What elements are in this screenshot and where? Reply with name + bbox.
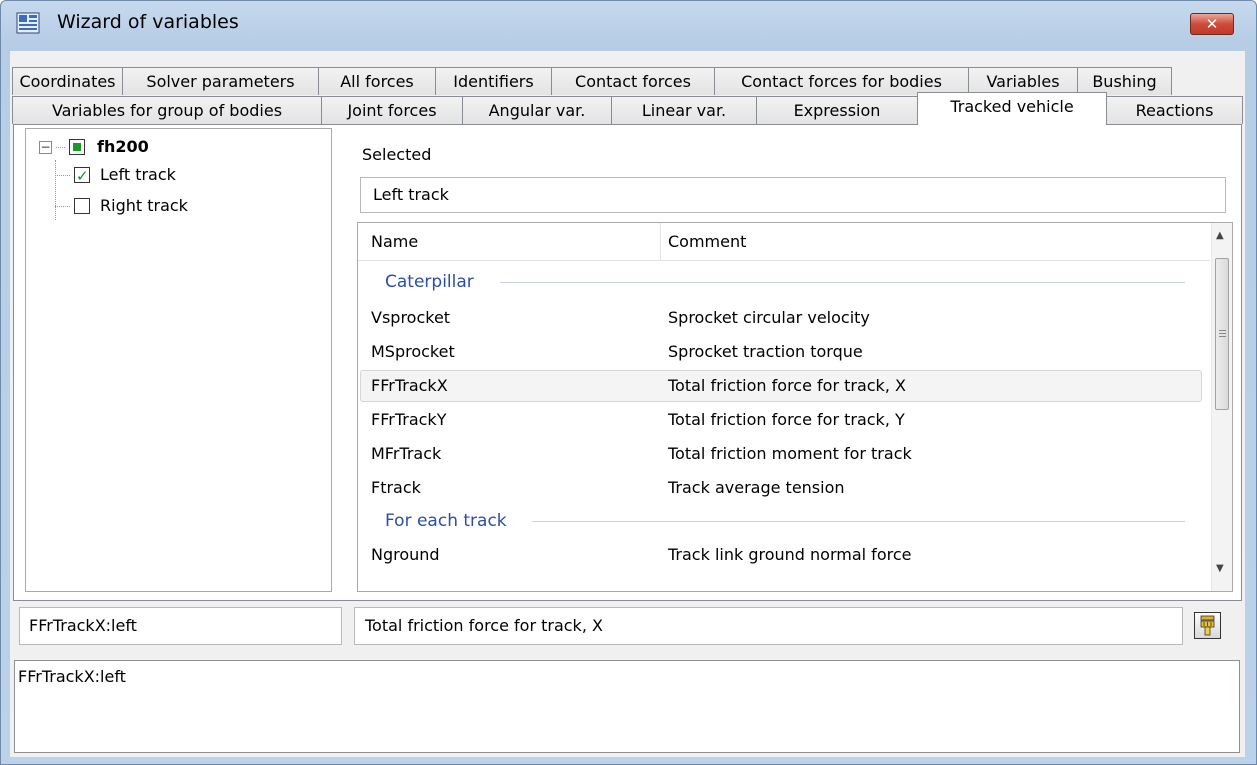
grip-line — [1219, 333, 1226, 334]
close-icon: ✕ — [1205, 15, 1219, 33]
tracked-vehicle-panel: − fh200 ✓ Left track Right track Selecte… — [13, 124, 1242, 601]
row-name: MSprocket — [371, 342, 455, 361]
right-track-checkbox[interactable] — [74, 198, 90, 214]
row-comment: Sprocket traction torque — [668, 342, 863, 361]
list-row[interactable]: Vsprocket Sprocket circular velocity — [360, 302, 1202, 334]
selected-label: Selected — [362, 145, 432, 164]
wizard-window: Wizard of variables ✕ Coordinates Solver… — [0, 0, 1257, 765]
column-divider[interactable] — [660, 223, 661, 260]
row-comment: Total friction force for track, Y — [668, 410, 905, 429]
list-row[interactable]: Nground Track link ground normal force — [360, 539, 1202, 571]
tab-expression[interactable]: Expression — [756, 96, 918, 124]
tristate-checkbox[interactable] — [69, 139, 85, 155]
tab-contact-forces[interactable]: Contact forces — [551, 67, 715, 95]
tab-reactions[interactable]: Reactions — [1106, 96, 1243, 124]
tab-identifiers[interactable]: Identifiers — [435, 67, 552, 95]
group-divider — [500, 282, 1185, 283]
tree-connector — [55, 160, 56, 220]
tab-solver-parameters[interactable]: Solver parameters — [122, 67, 319, 95]
row-comment: Sprocket circular velocity — [668, 308, 870, 327]
tab-angular-var[interactable]: Angular var. — [462, 96, 612, 124]
tab-coordinates[interactable]: Coordinates — [12, 67, 123, 95]
list-row[interactable]: FFrTrackY Total friction force for track… — [360, 404, 1202, 436]
insert-variable-button[interactable] — [1194, 612, 1221, 639]
column-header-comment[interactable]: Comment — [668, 232, 746, 251]
group-header-for-each-track: For each track — [360, 505, 1202, 537]
row-comment: Track link ground normal force — [668, 545, 912, 564]
group-divider — [532, 521, 1185, 522]
grip-line — [1219, 330, 1226, 331]
tab-tracked-vehicle[interactable]: Tracked vehicle — [917, 92, 1107, 125]
partial-check-icon — [73, 143, 81, 151]
row-name: Nground — [371, 545, 440, 564]
title-bar[interactable]: Wizard of variables ✕ — [1, 1, 1256, 45]
tree-node-root[interactable]: fh200 — [69, 135, 269, 159]
close-button[interactable]: ✕ — [1190, 13, 1234, 35]
tab-contact-forces-for-bodies[interactable]: Contact forces for bodies — [714, 67, 969, 95]
tree-node-label: Right track — [100, 196, 188, 215]
tree-node-left-track[interactable]: ✓ Left track — [74, 163, 274, 187]
tree-connector — [55, 175, 70, 176]
tree-node-label: Left track — [100, 165, 176, 184]
tree-connector — [55, 206, 70, 207]
tab-all-forces[interactable]: All forces — [318, 67, 436, 95]
tab-variables[interactable]: Variables — [968, 67, 1078, 95]
scroll-thumb[interactable] — [1215, 258, 1229, 410]
column-header-name[interactable]: Name — [371, 232, 418, 251]
row-name: Ftrack — [371, 478, 421, 497]
collapse-icon[interactable]: − — [39, 141, 52, 154]
scroll-up-icon[interactable]: ▲ — [1216, 230, 1224, 241]
group-header-caterpillar: Caterpillar — [360, 266, 1202, 298]
group-label: Caterpillar — [385, 272, 474, 292]
row-name: FFrTrackY — [371, 410, 447, 429]
list-row[interactable]: MSprocket Sprocket traction torque — [360, 336, 1202, 368]
variable-comment-field[interactable]: Total friction force for track, X — [354, 607, 1183, 645]
variables-list[interactable]: Name Comment Caterpillar Vsprocket Sproc… — [357, 222, 1233, 592]
row-comment: Total friction moment for track — [668, 444, 912, 463]
tab-bushing[interactable]: Bushing — [1077, 67, 1172, 95]
row-name: MFrTrack — [371, 444, 442, 463]
left-track-checkbox[interactable]: ✓ — [74, 167, 90, 185]
tree-node-right-track[interactable]: Right track — [74, 194, 274, 218]
row-comment: Track average tension — [668, 478, 845, 497]
tab-linear-var[interactable]: Linear var. — [611, 96, 757, 124]
tab-joint-forces[interactable]: Joint forces — [321, 96, 463, 124]
row-name: Vsprocket — [371, 308, 451, 327]
app-icon — [16, 12, 40, 34]
list-row-selected[interactable]: FFrTrackX Total friction force for track… — [360, 370, 1202, 402]
row-comment: Total friction force for track, X — [668, 376, 906, 395]
scroll-down-icon[interactable]: ▼ — [1216, 563, 1224, 574]
list-row[interactable]: MFrTrack Total friction moment for track — [360, 438, 1202, 470]
window-title: Wizard of variables — [57, 11, 239, 33]
tab-variables-for-group-of-bodies[interactable]: Variables for group of bodies — [12, 96, 322, 124]
grip-line — [1219, 336, 1226, 337]
row-name: FFrTrackX — [371, 376, 448, 395]
hand-pointer-icon — [1200, 615, 1215, 636]
dialog-client: Coordinates Solver parameters All forces… — [10, 51, 1245, 757]
checkmark-icon: ✓ — [76, 167, 89, 185]
tree-node-label: fh200 — [97, 137, 149, 156]
list-row[interactable]: Ftrack Track average tension — [360, 472, 1202, 504]
selected-field[interactable]: Left track — [360, 177, 1226, 213]
list-scrollbar[interactable]: ▲ ▼ — [1211, 223, 1232, 591]
group-label: For each track — [385, 511, 507, 531]
list-header: Name Comment — [358, 223, 1210, 261]
tree-connector — [56, 147, 65, 148]
body-tree[interactable]: − fh200 ✓ Left track Right track — [25, 128, 332, 592]
variable-name-field[interactable]: FFrTrackX:left — [19, 607, 342, 645]
expression-textarea[interactable]: FFrTrackX:left — [14, 660, 1240, 753]
